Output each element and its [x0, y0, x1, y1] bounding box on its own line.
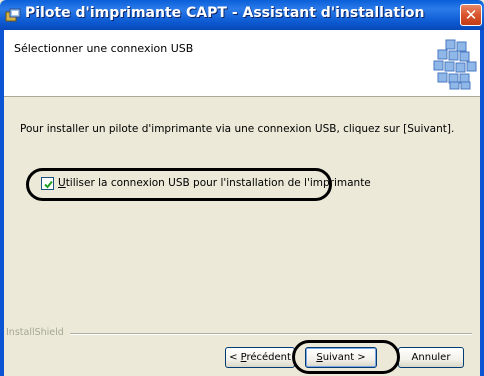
title-bar[interactable]: Pilote d'imprimante CAPT - Assistant d'i…	[0, 0, 484, 30]
close-button[interactable]: ✕	[460, 4, 482, 26]
printer-blocks-graphic	[430, 38, 478, 90]
cancel-button[interactable]: Annuler	[398, 347, 464, 368]
usb-checkbox[interactable]	[41, 177, 54, 190]
window-title: Pilote d'imprimante CAPT - Assistant d'i…	[25, 5, 425, 21]
previous-button-prefix: <	[229, 352, 241, 363]
close-icon: ✕	[464, 6, 478, 24]
footer-divider	[70, 333, 472, 335]
usb-checkbox-mnemonic: U	[58, 177, 66, 189]
usb-checkbox-label[interactable]: Utiliser la connexion USB pour l'install…	[58, 177, 371, 189]
page-title: Sélectionner une connexion USB	[14, 42, 194, 55]
previous-button[interactable]: < Précédent	[225, 347, 295, 368]
highlight-oval-next-button	[292, 340, 400, 374]
instruction-text: Pour installer un pilote d'imprimante vi…	[20, 123, 455, 135]
usb-checkbox-label-text: tiliser la connexion USB pour l'installa…	[65, 177, 371, 189]
installshield-brand: InstallShield	[6, 327, 64, 338]
checkmark-icon	[44, 180, 53, 189]
window-border-right	[480, 30, 484, 376]
previous-button-label: récédent	[246, 352, 291, 363]
installer-window: Pilote d'imprimante CAPT - Assistant d'i…	[0, 0, 484, 376]
installer-icon	[5, 7, 21, 23]
wizard-header: Sélectionner une connexion USB	[4, 30, 480, 97]
